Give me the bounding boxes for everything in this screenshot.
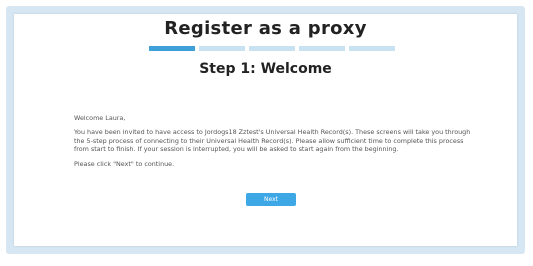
page-title: Register as a proxy xyxy=(164,18,367,39)
step-heading: Step 1: Welcome xyxy=(199,61,332,77)
registration-card: Register as a proxy Step 1: Welcome Welc… xyxy=(14,14,517,246)
progress-step-2 xyxy=(199,46,245,51)
greeting-text: Welcome Laura, xyxy=(74,114,126,122)
instruction-text: Please click "Next" to continue. xyxy=(74,159,175,168)
step-progress-bar xyxy=(149,46,395,51)
invitation-paragraph: You have been invited to have access to … xyxy=(74,128,471,154)
welcome-content: Welcome Laura, You have been invited to … xyxy=(74,114,472,174)
next-button[interactable]: Next xyxy=(246,193,296,206)
progress-step-3 xyxy=(249,46,295,51)
progress-step-4 xyxy=(299,46,345,51)
progress-step-5 xyxy=(349,46,395,51)
progress-step-1 xyxy=(149,46,195,51)
